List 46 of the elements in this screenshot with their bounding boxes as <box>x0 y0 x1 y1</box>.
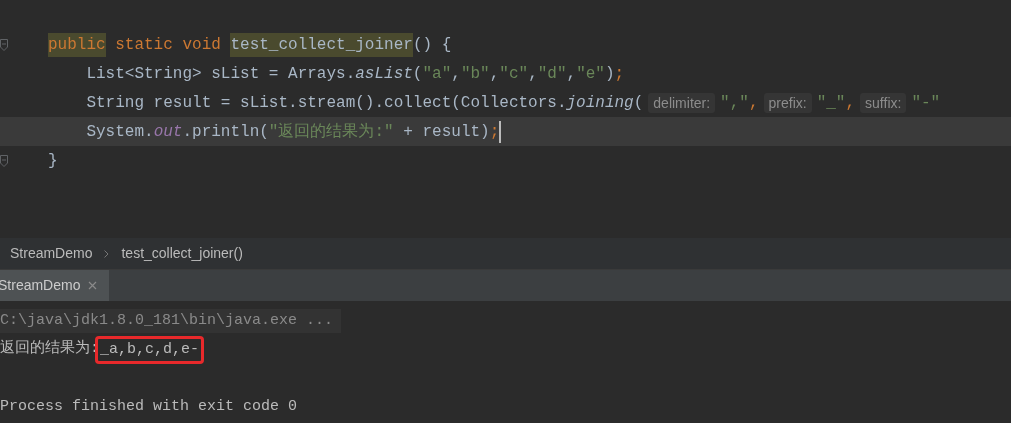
code-token: List<String> sList = Arrays. <box>85 63 356 85</box>
highlighted-result: _a,b,c,d,e- <box>95 335 205 364</box>
code-token: System. <box>85 121 154 143</box>
text-caret <box>499 120 502 143</box>
code-token: , <box>748 92 759 114</box>
code-token: ; <box>614 63 625 85</box>
code-token: out <box>153 121 183 143</box>
code-token: "d" <box>537 63 567 85</box>
breadcrumb-item[interactable]: StreamDemo <box>10 243 93 264</box>
code-token: asList <box>355 63 413 85</box>
code-token: ( <box>633 92 644 114</box>
code-token: "," <box>720 92 749 114</box>
code-token: ( <box>412 63 423 85</box>
code-token: "c" <box>499 63 529 85</box>
breadcrumb-item[interactable]: test_collect_joiner() <box>121 243 243 264</box>
close-icon[interactable] <box>88 281 98 290</box>
code-token: "b" <box>460 63 490 85</box>
chevron-icon <box>104 249 110 258</box>
code-token: , <box>489 63 500 85</box>
code-token: , <box>845 92 856 114</box>
fold-marker-icon[interactable] <box>0 38 8 51</box>
code-token: "返回的结果为:" <box>268 121 394 143</box>
code-token: , <box>451 63 461 85</box>
fold-marker-icon[interactable] <box>0 154 8 167</box>
code-token: joining <box>566 92 634 114</box>
code-token: } <box>48 150 58 172</box>
code-token: "_" <box>816 92 846 114</box>
code-token: , <box>566 63 577 85</box>
code-token: , <box>528 63 538 85</box>
code-token: .println( <box>182 121 269 143</box>
parameter-hint: prefix: <box>763 92 812 113</box>
command-line-text: C:\java\jdk1.8.0_181\bin\java.exe ... <box>0 308 342 333</box>
code-token: String result = sList.stream().collect(Collectors. <box>85 92 567 114</box>
code-token: ) <box>604 63 615 85</box>
code-token: "a" <box>422 63 452 85</box>
code-token: + result) <box>402 121 490 143</box>
code-token: ; <box>489 121 500 143</box>
parameter-hint: delimiter: <box>648 92 716 113</box>
parameter-hint: suffix: <box>860 92 907 113</box>
code-token: test_collect_joiner <box>230 32 413 57</box>
code-token: public <box>48 32 106 57</box>
exit-message: Process finished with exit code 0 <box>0 397 298 418</box>
code-token: "e" <box>576 63 605 85</box>
code-token: () { <box>412 34 452 56</box>
code-token: static void <box>114 34 222 56</box>
code-token: "-" <box>911 92 941 114</box>
